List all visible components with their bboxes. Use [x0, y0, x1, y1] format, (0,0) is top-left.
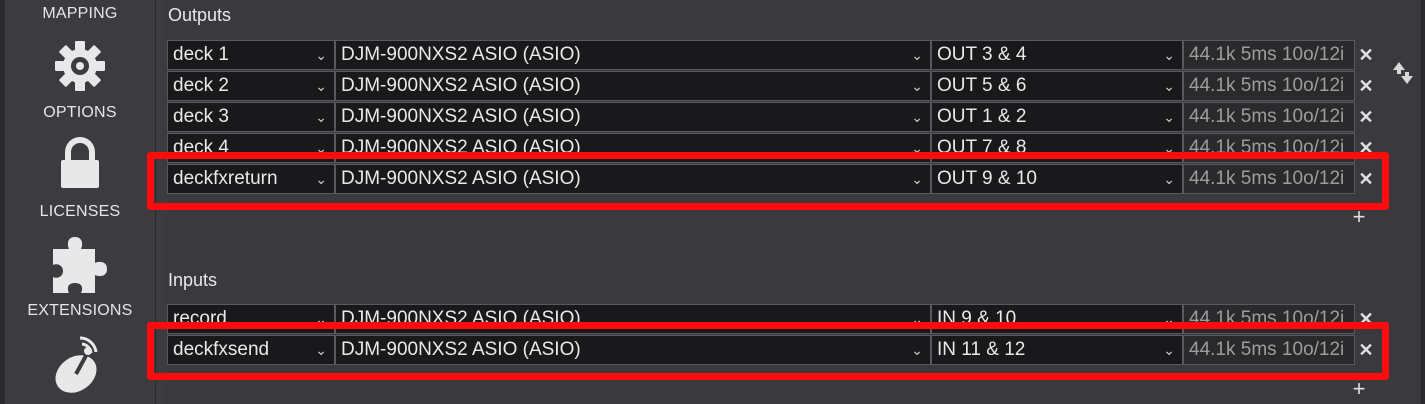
input-device-info: 44.1k 5ms 10o/12i: [1183, 304, 1355, 334]
chevron-down-icon: ⌄: [1163, 311, 1175, 327]
chevron-down-icon: ⌄: [911, 342, 923, 358]
input-channel-select[interactable]: IN 9 & 10 ⌄: [931, 304, 1183, 334]
audio-routing-panel: Outputs deck 1 ⌄ DJM-900NXS2 ASIO (ASIO) ⌄…: [147, 0, 1425, 404]
chevron-down-icon: ⌄: [315, 109, 327, 125]
output-row: deck 1 ⌄ DJM-900NXS2 ASIO (ASIO) ⌄ OUT 3 &…: [167, 40, 1374, 70]
add-output-button[interactable]: +: [1349, 206, 1369, 228]
chevron-down-icon: ⌄: [1163, 342, 1175, 358]
chevron-down-icon: ⌄: [315, 78, 327, 94]
sidebar: MAPPING OPTIONS LICENSES EXTENSIONS: [0, 0, 166, 404]
remove-input-button[interactable]: ✕: [1356, 304, 1376, 334]
output-device-info: 44.1k 5ms 10o/12i: [1183, 40, 1355, 70]
chevron-down-icon: ⌄: [911, 311, 923, 327]
output-device-select[interactable]: DJM-900NXS2 ASIO (ASIO) ⌄: [335, 133, 931, 163]
output-device-info: 44.1k 5ms 10o/12i: [1183, 133, 1355, 163]
lock-icon[interactable]: [5, 136, 155, 190]
input-device-select[interactable]: DJM-900NXS2 ASIO (ASIO) ⌄: [335, 335, 931, 365]
sidebar-item-mapping[interactable]: MAPPING: [5, 5, 155, 23]
remove-output-button[interactable]: ✕: [1356, 71, 1376, 101]
input-row: record ⌄ DJM-900NXS2 ASIO (ASIO) ⌄ IN 9 & …: [167, 304, 1374, 334]
chevron-down-icon: ⌄: [315, 171, 327, 187]
sidebar-item-extensions[interactable]: EXTENSIONS: [5, 302, 155, 320]
output-name-select[interactable]: deck 1 ⌄: [167, 40, 335, 70]
chevron-down-icon: ⌄: [1163, 171, 1175, 187]
input-device-select[interactable]: DJM-900NXS2 ASIO (ASIO) ⌄: [335, 304, 931, 334]
output-device-info: 44.1k 5ms 10o/12i: [1183, 102, 1355, 132]
output-channel-select[interactable]: OUT 5 & 6 ⌄: [931, 71, 1183, 101]
audio-settings-window: MAPPING OPTIONS LICENSES EXTENSIONS Outp…: [0, 0, 1425, 404]
output-row: deck 3 ⌄ DJM-900NXS2 ASIO (ASIO) ⌄ OUT 1 &…: [167, 102, 1374, 132]
chevron-down-icon: ⌄: [1163, 47, 1175, 63]
chevron-down-icon: ⌄: [1163, 109, 1175, 125]
output-channel-select[interactable]: OUT 3 & 4 ⌄: [931, 40, 1183, 70]
input-device-info: 44.1k 5ms 10o/12i: [1183, 335, 1355, 365]
chevron-down-icon: ⌄: [911, 109, 923, 125]
output-name-select[interactable]: deckfxreturn ⌄: [167, 164, 335, 194]
chevron-down-icon: ⌄: [1163, 140, 1175, 156]
output-row: deckfxreturn ⌄ DJM-900NXS2 ASIO (ASIO) ⌄ O…: [167, 164, 1374, 194]
input-channel-select[interactable]: IN 11 & 12 ⌄: [931, 335, 1183, 365]
output-channel-select[interactable]: OUT 7 & 8 ⌄: [931, 133, 1183, 163]
output-device-select[interactable]: DJM-900NXS2 ASIO (ASIO) ⌄: [335, 102, 931, 132]
input-name-select[interactable]: record ⌄: [167, 304, 335, 334]
remove-output-button[interactable]: ✕: [1356, 102, 1376, 132]
sidebar-item-options[interactable]: OPTIONS: [5, 104, 155, 122]
output-name-select[interactable]: deck 3 ⌄: [167, 102, 335, 132]
output-channel-select[interactable]: OUT 9 & 10 ⌄: [931, 164, 1183, 194]
outputs-title: Outputs: [168, 5, 232, 25]
remove-output-button[interactable]: ✕: [1356, 40, 1376, 70]
output-name-select[interactable]: deck 4 ⌄: [167, 133, 335, 163]
output-device-select[interactable]: DJM-900NXS2 ASIO (ASIO) ⌄: [335, 164, 931, 194]
inputs-title: Inputs: [168, 270, 218, 290]
input-row: deckfxsend ⌄ DJM-900NXS2 ASIO (ASIO) ⌄ IN …: [167, 335, 1374, 365]
satellite-dish-icon[interactable]: [5, 330, 155, 394]
remove-input-button[interactable]: ✕: [1356, 335, 1376, 365]
remove-output-button[interactable]: ✕: [1356, 164, 1376, 194]
sidebar-item-licenses[interactable]: LICENSES: [5, 203, 155, 221]
chevron-down-icon: ⌄: [911, 140, 923, 156]
scrollbar[interactable]: [1421, 0, 1425, 404]
puzzle-icon[interactable]: [5, 235, 155, 295]
remove-output-button[interactable]: ✕: [1356, 133, 1376, 163]
output-device-info: 44.1k 5ms 10o/12i: [1183, 164, 1355, 194]
reorder-arrows-icon[interactable]: [1392, 60, 1414, 86]
gear-icon[interactable]: [5, 37, 155, 95]
output-device-info: 44.1k 5ms 10o/12i: [1183, 71, 1355, 101]
chevron-down-icon: ⌄: [315, 140, 327, 156]
chevron-down-icon: ⌄: [315, 311, 327, 327]
output-row: deck 4 ⌄ DJM-900NXS2 ASIO (ASIO) ⌄ OUT 7 &…: [167, 133, 1374, 163]
chevron-down-icon: ⌄: [911, 47, 923, 63]
output-device-select[interactable]: DJM-900NXS2 ASIO (ASIO) ⌄: [335, 40, 931, 70]
chevron-down-icon: ⌄: [1163, 78, 1175, 94]
input-name-select[interactable]: deckfxsend ⌄: [167, 335, 335, 365]
chevron-down-icon: ⌄: [315, 342, 327, 358]
output-channel-select[interactable]: OUT 1 & 2 ⌄: [931, 102, 1183, 132]
chevron-down-icon: ⌄: [315, 47, 327, 63]
output-device-select[interactable]: DJM-900NXS2 ASIO (ASIO) ⌄: [335, 71, 931, 101]
output-name-select[interactable]: deck 2 ⌄: [167, 71, 335, 101]
chevron-down-icon: ⌄: [911, 171, 923, 187]
add-input-button[interactable]: +: [1349, 378, 1369, 400]
chevron-down-icon: ⌄: [911, 78, 923, 94]
output-row: deck 2 ⌄ DJM-900NXS2 ASIO (ASIO) ⌄ OUT 5 &…: [167, 71, 1374, 101]
